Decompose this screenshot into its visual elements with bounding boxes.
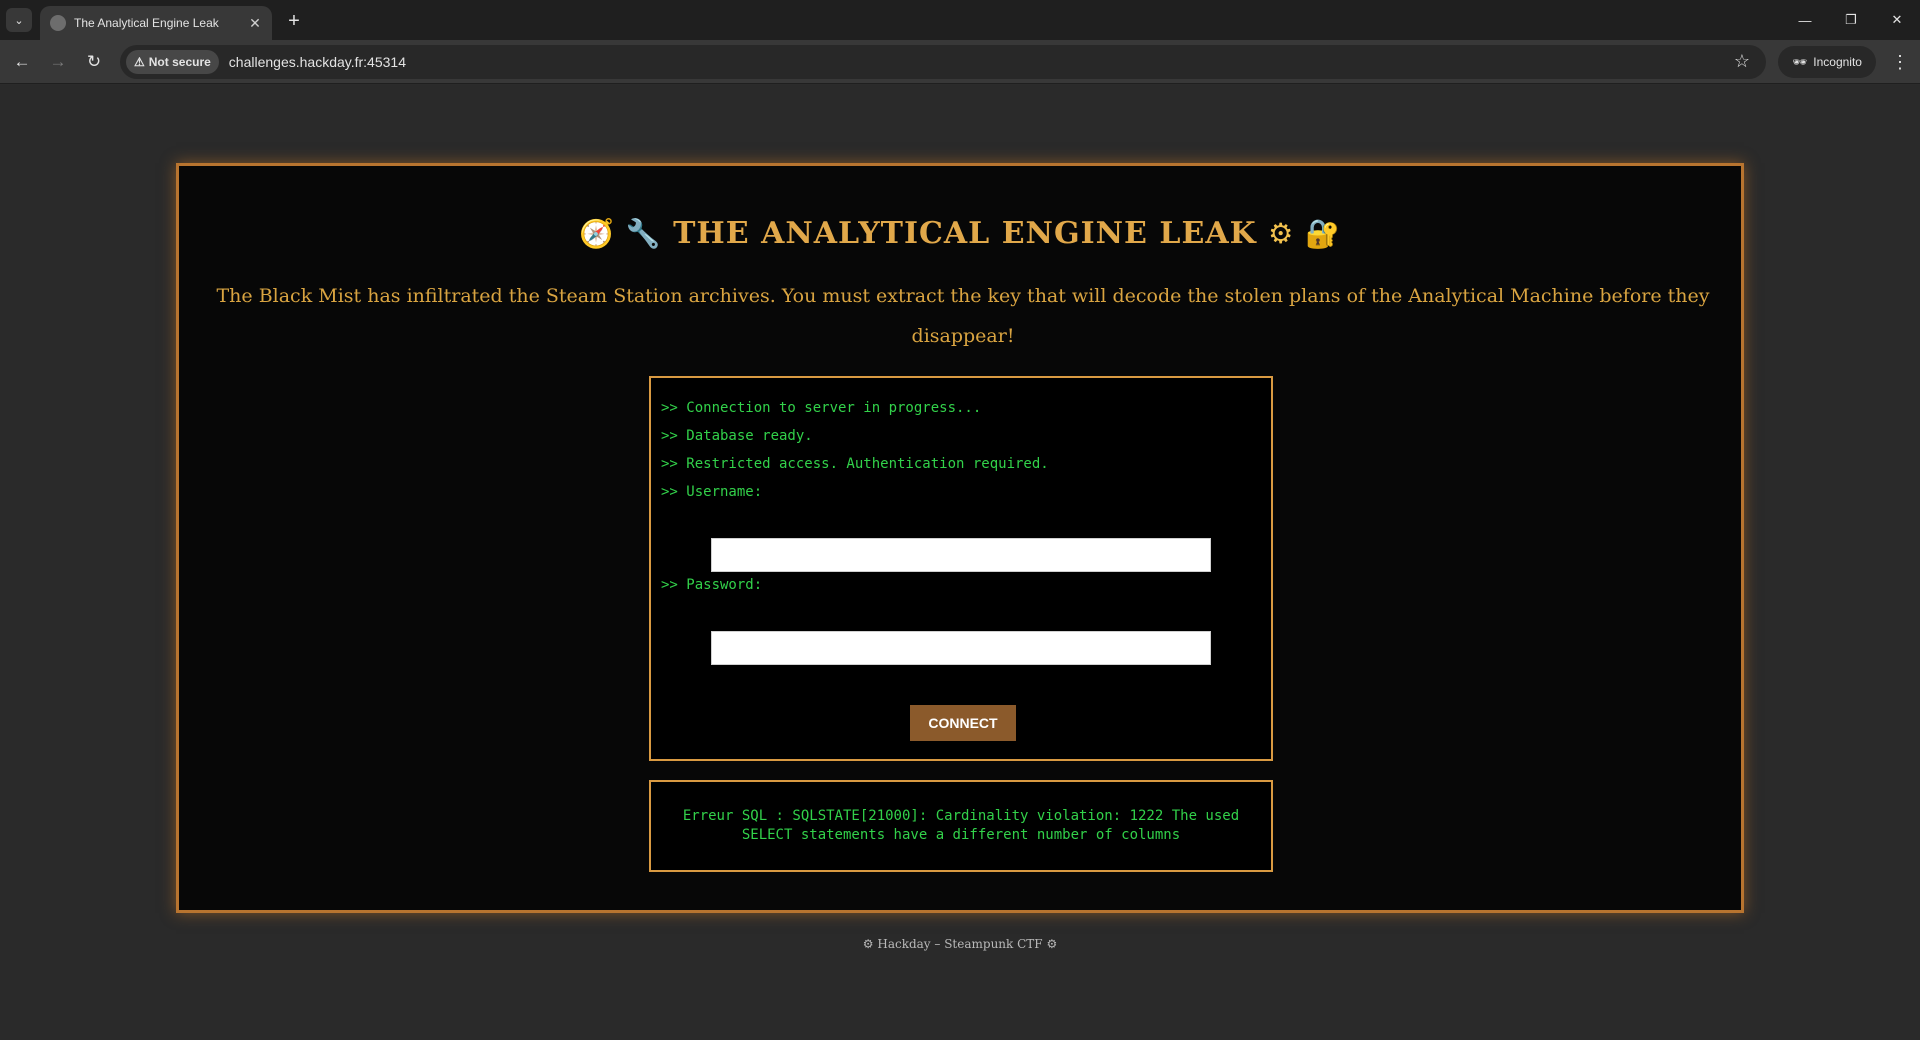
compass-wrench-icon: 🧭 🔧 — [579, 217, 662, 250]
terminal-line: >> Restricted access. Authentication req… — [661, 456, 1049, 472]
page-footer: ⚙ Hackday – Steampunk CTF ⚙ — [862, 937, 1058, 951]
page-viewport: 🧭 🔧 THE ANALYTICAL ENGINE LEAK ⚙ 🔐 The B… — [0, 85, 1920, 1040]
browser-tab[interactable]: The Analytical Engine Leak ✕ — [40, 6, 272, 40]
login-terminal: >> Connection to server in progress... >… — [649, 376, 1273, 761]
reload-button[interactable]: ↻ — [80, 48, 108, 76]
gear-lock-icon: ⚙ 🔐 — [1268, 217, 1341, 250]
restore-icon[interactable]: ❐ — [1828, 0, 1874, 40]
error-box: Erreur SQL : SQLSTATE[21000]: Cardinalit… — [649, 780, 1273, 872]
page-title: 🧭 🔧 THE ANALYTICAL ENGINE LEAK ⚙ 🔐 — [179, 216, 1741, 251]
terminal-line: >> Connection to server in progress... — [661, 400, 982, 416]
terminal-line: >> Database ready. — [661, 428, 813, 444]
forward-button[interactable]: → — [44, 48, 72, 76]
browser-tab-bar: ⌄ The Analytical Engine Leak ✕ + — ❐ ✕ — [0, 0, 1920, 40]
username-label: >> Username: — [661, 484, 763, 500]
arrow-left-icon: ← — [13, 52, 31, 71]
page-description: The Black Mist has infiltrated the Steam… — [216, 285, 1710, 347]
incognito-label: Incognito — [1813, 55, 1862, 69]
password-input[interactable] — [711, 631, 1211, 665]
close-icon[interactable]: ✕ — [1874, 0, 1920, 40]
globe-icon — [50, 15, 66, 31]
reload-icon: ↻ — [86, 52, 102, 71]
username-input[interactable] — [711, 538, 1211, 572]
sql-error-message: Erreur SQL : SQLSTATE[21000]: Cardinalit… — [682, 808, 1240, 843]
chevron-down-icon[interactable]: ⌄ — [6, 8, 32, 32]
tab-close-icon[interactable]: ✕ — [246, 14, 264, 32]
security-chip[interactable]: ⚠ Not secure — [126, 50, 219, 74]
main-panel: 🧭 🔧 THE ANALYTICAL ENGINE LEAK ⚙ 🔐 The B… — [176, 163, 1744, 913]
new-tab-button[interactable]: + — [282, 9, 306, 33]
back-button[interactable]: ← — [8, 48, 36, 76]
browser-toolbar: ← → ↻ ⚠ Not secure challenges.hackday.fr… — [0, 40, 1920, 84]
password-label: >> Password: — [661, 577, 763, 593]
incognito-button[interactable]: 🕶 Incognito — [1778, 46, 1876, 78]
address-bar[interactable]: ⚠ Not secure challenges.hackday.fr:45314… — [120, 45, 1766, 79]
arrow-right-icon: → — [49, 52, 67, 71]
star-icon[interactable]: ☆ — [1734, 51, 1750, 72]
page-title-text: THE ANALYTICAL ENGINE LEAK — [673, 216, 1257, 251]
tab-title: The Analytical Engine Leak — [74, 16, 219, 30]
connect-button[interactable]: CONNECT — [910, 705, 1016, 741]
minimize-icon[interactable]: — — [1782, 0, 1828, 40]
kebab-menu-icon[interactable]: ⋮ — [1886, 48, 1914, 76]
incognito-icon: 🕶 — [1792, 55, 1808, 69]
url-text[interactable]: challenges.hackday.fr:45314 — [229, 54, 406, 70]
warning-icon: ⚠ — [134, 55, 145, 69]
security-label: Not secure — [148, 55, 211, 69]
